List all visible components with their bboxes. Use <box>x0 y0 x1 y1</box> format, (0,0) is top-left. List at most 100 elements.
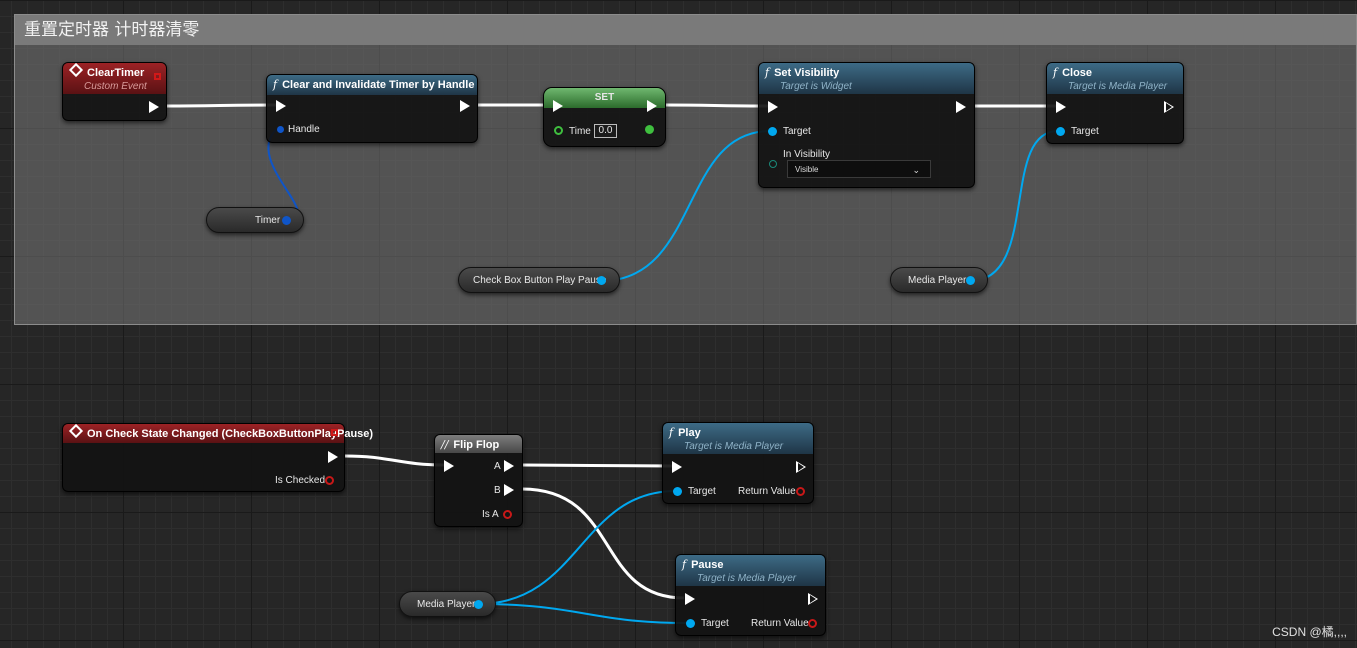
node-header: f Pause Target is Media Player <box>676 555 825 586</box>
exec-out-pin[interactable] <box>808 593 818 605</box>
checkbox-variable-node[interactable]: Check Box Button Play Pause <box>458 267 620 293</box>
exec-in-pin[interactable] <box>672 461 682 473</box>
exec-out-pin[interactable] <box>796 461 806 473</box>
exec-out-pin[interactable] <box>460 100 470 112</box>
node-title: Flip Flop <box>453 439 500 451</box>
node-title: Pause <box>691 559 724 571</box>
node-header: // Flip Flop <box>435 435 522 453</box>
variable-label: Check Box Button Play Pause <box>473 275 607 286</box>
node-header: f Play Target is Media Player <box>663 423 813 454</box>
b-exec-out-pin[interactable] <box>504 484 514 496</box>
event-icon <box>68 423 84 439</box>
exec-out-pin[interactable] <box>1164 101 1174 113</box>
visibility-dropdown[interactable]: Visible ⌄ <box>787 160 931 178</box>
timer-variable-node[interactable]: Timer <box>206 207 304 233</box>
time-out-pin[interactable] <box>645 125 654 134</box>
is-a-label: Is A <box>482 509 499 520</box>
target-pin[interactable] <box>673 487 682 496</box>
target-label: Target <box>688 486 716 497</box>
target-pin[interactable] <box>686 619 695 628</box>
function-icon: f <box>669 426 674 439</box>
pause-node[interactable]: f Pause Target is Media Player Target Ret… <box>675 554 826 636</box>
handle-label: Handle <box>288 124 320 135</box>
dropdown-value: Visible <box>795 165 819 174</box>
time-input[interactable]: 0.0 <box>594 124 617 138</box>
close-node[interactable]: f Close Target is Media Player Target <box>1046 62 1184 144</box>
function-icon: f <box>765 66 770 79</box>
chevron-down-icon: ⌄ <box>912 165 920 175</box>
node-subtitle: Target is Media Player <box>684 441 784 452</box>
b-label: B <box>494 485 501 496</box>
flip-flop-node[interactable]: // Flip Flop A B Is A <box>434 434 523 527</box>
node-title: ClearTimer <box>87 67 145 79</box>
in-visibility-pin[interactable] <box>769 160 777 168</box>
play-node[interactable]: f Play Target is Media Player Target Retu… <box>662 422 814 504</box>
node-subtitle: Target is Media Player <box>1068 81 1168 92</box>
node-title: Play <box>678 427 701 439</box>
checkbox-out-pin[interactable] <box>597 276 606 285</box>
node-subtitle: Custom Event <box>84 81 147 92</box>
function-icon: f <box>682 558 687 571</box>
is-a-pin[interactable] <box>503 510 512 519</box>
clear-invalidate-timer-node[interactable]: f Clear and Invalidate Timer by Handle Ha… <box>266 74 478 143</box>
object-wire <box>600 130 771 282</box>
target-label: Target <box>701 618 729 629</box>
node-header: f Clear and Invalidate Timer by Handle <box>267 75 477 95</box>
exec-in-pin[interactable] <box>768 101 778 113</box>
node-header: f Close Target is Media Player <box>1047 63 1183 94</box>
exec-in-pin[interactable] <box>685 593 695 605</box>
set-node[interactable]: SET Time 0.0 <box>543 87 666 147</box>
handle-pin[interactable] <box>277 126 284 133</box>
target-pin[interactable] <box>1056 127 1065 136</box>
node-title: Set Visibility <box>774 67 840 79</box>
a-label: A <box>494 461 501 472</box>
watermark: CSDN @橘,,,, <box>1272 625 1347 639</box>
time-label: Time <box>569 126 591 137</box>
timer-out-pin[interactable] <box>282 216 291 225</box>
on-check-state-changed-node[interactable]: On Check State Changed (CheckBoxButtonPl… <box>62 423 373 492</box>
media-player-out-pin[interactable] <box>966 276 975 285</box>
exec-wire <box>344 454 445 467</box>
exec-out-pin[interactable] <box>149 101 159 113</box>
variable-label: Timer <box>255 215 281 226</box>
return-value-pin[interactable] <box>796 487 805 496</box>
is-checked-label: Is Checked <box>275 475 326 486</box>
exec-out-pin[interactable] <box>956 101 966 113</box>
exec-out-pin[interactable] <box>647 100 657 112</box>
node-title: Close <box>1062 67 1093 79</box>
is-checked-pin[interactable] <box>325 476 334 485</box>
event-icon <box>68 62 84 78</box>
object-wire <box>969 130 1059 282</box>
return-value-pin[interactable] <box>808 619 817 628</box>
exec-in-pin[interactable] <box>553 100 563 112</box>
media-player-out-pin[interactable] <box>474 600 483 609</box>
function-icon: f <box>273 78 278 91</box>
node-header: ClearTimer Custom Event <box>63 62 166 94</box>
node-subtitle: Target is Widget <box>780 81 852 92</box>
a-exec-out-pin[interactable] <box>504 460 514 472</box>
exec-in-pin[interactable] <box>444 460 454 472</box>
target-label: Target <box>783 126 811 137</box>
target-label: Target <box>1071 126 1099 137</box>
macro-icon: // <box>441 438 449 451</box>
media-player-variable-node-bottom[interactable]: Media Player <box>399 591 496 617</box>
set-visibility-node[interactable]: f Set Visibility Target is Widget Target … <box>758 62 975 188</box>
clear-timer-event-node[interactable]: ClearTimer Custom Event <box>62 62 167 121</box>
exec-in-pin[interactable] <box>1056 101 1066 113</box>
in-visibility-label: In Visibility <box>783 149 831 160</box>
return-value-label: Return Value <box>751 618 809 629</box>
delegate-pin[interactable] <box>154 73 161 80</box>
exec-wire <box>521 463 673 468</box>
return-value-label: Return Value <box>738 486 796 497</box>
media-player-variable-node-top[interactable]: Media Player <box>890 267 988 293</box>
exec-out-pin[interactable] <box>328 451 338 463</box>
object-wire <box>477 603 689 624</box>
node-subtitle: Target is Media Player <box>697 573 797 584</box>
delegate-pin[interactable] <box>331 429 338 436</box>
exec-wire <box>165 103 277 108</box>
target-pin[interactable] <box>768 127 777 136</box>
exec-in-pin[interactable] <box>276 100 286 112</box>
time-in-pin[interactable] <box>554 126 563 135</box>
exec-wire <box>665 103 769 108</box>
node-header: f Set Visibility Target is Widget <box>759 63 974 94</box>
